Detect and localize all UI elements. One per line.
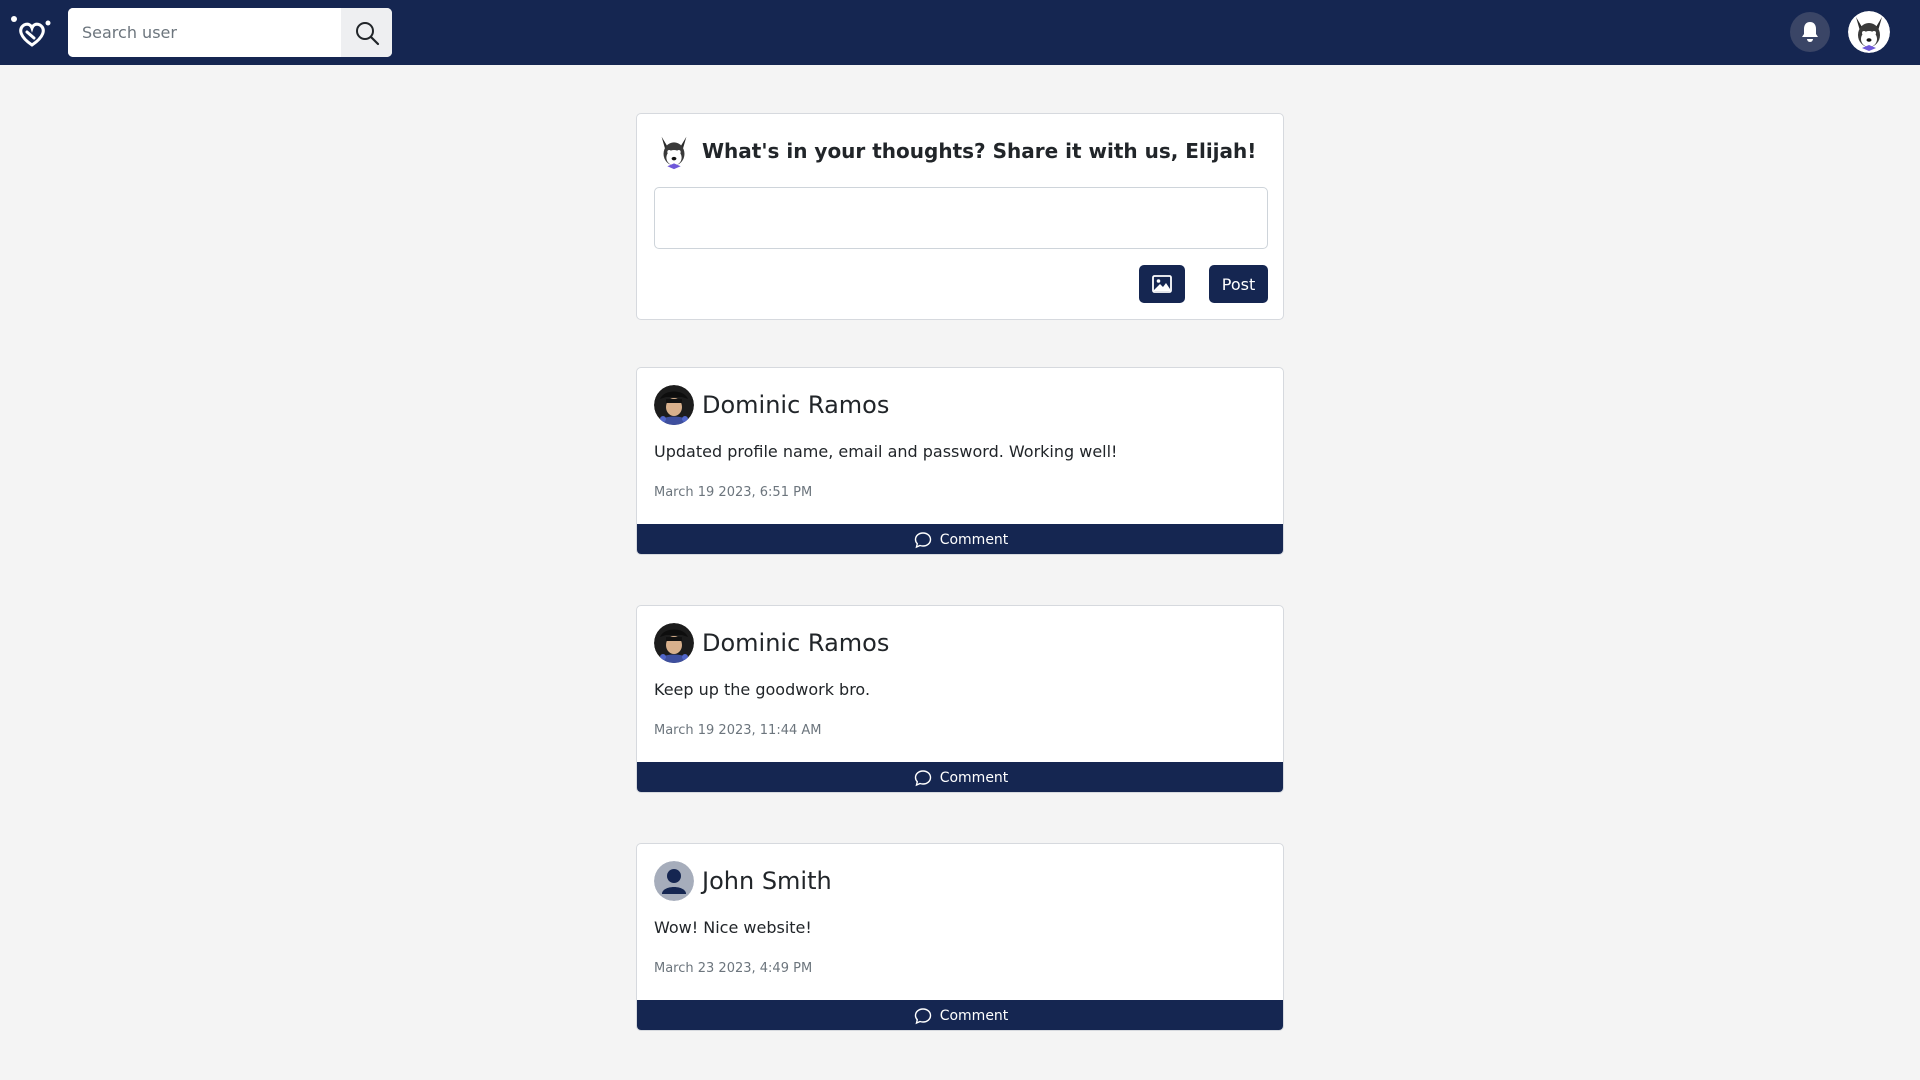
post-header: Dominic Ramos: [654, 623, 889, 663]
post-timestamp: March 19 2023, 11:44 AM: [654, 723, 822, 738]
post-button[interactable]: Post: [1209, 265, 1268, 303]
search-bar: [68, 8, 392, 57]
photo-avatar-icon: [654, 623, 694, 663]
profile-avatar[interactable]: [1848, 11, 1890, 53]
post-text-input[interactable]: [654, 187, 1268, 249]
comment-icon: [914, 1008, 931, 1025]
post-composer: What's in your thoughts? Share it with u…: [636, 113, 1284, 320]
post-body: Updated profile name, email and password…: [654, 442, 1118, 461]
post-card: Dominic Ramos Updated profile name, emai…: [636, 367, 1284, 555]
post-author[interactable]: Dominic Ramos: [702, 629, 889, 657]
post-header: John Smith: [654, 861, 832, 901]
heart-logo-icon[interactable]: [10, 13, 54, 53]
top-navbar: [0, 0, 1920, 65]
comment-icon: [914, 770, 931, 787]
post-author[interactable]: Dominic Ramos: [702, 391, 889, 419]
comment-label: Comment: [939, 770, 1009, 786]
husky-avatar-icon: [1848, 11, 1890, 53]
author-avatar[interactable]: [654, 623, 694, 663]
post-body: Keep up the goodwork bro.: [654, 680, 871, 699]
comment-label: Comment: [939, 532, 1009, 548]
post-author[interactable]: John Smith: [702, 867, 832, 895]
post-header: Dominic Ramos: [654, 385, 889, 425]
composer-header: What's in your thoughts? Share it with u…: [654, 131, 1256, 171]
user-avatar: [654, 131, 694, 171]
author-avatar[interactable]: [654, 385, 694, 425]
comment-icon: [914, 532, 931, 549]
image-icon: [1152, 275, 1172, 293]
comment-button[interactable]: Comment: [637, 762, 1283, 792]
post-body: Wow! Nice website!: [654, 918, 812, 937]
comment-label: Comment: [939, 1008, 1009, 1024]
search-icon: [355, 21, 379, 45]
post-timestamp: March 19 2023, 6:51 PM: [654, 485, 813, 500]
comment-button[interactable]: Comment: [637, 1000, 1283, 1030]
add-image-button[interactable]: [1139, 265, 1185, 303]
search-input[interactable]: [68, 8, 341, 57]
husky-avatar-icon: [654, 131, 694, 171]
post-timestamp: March 23 2023, 4:49 PM: [654, 961, 813, 976]
post-card: Dominic Ramos Keep up the goodwork bro. …: [636, 605, 1284, 793]
notifications-button[interactable]: [1790, 12, 1830, 52]
photo-avatar-icon: [654, 385, 694, 425]
comment-button[interactable]: Comment: [637, 524, 1283, 554]
post-card: John Smith Wow! Nice website! March 23 2…: [636, 843, 1284, 1031]
search-button[interactable]: [341, 8, 392, 57]
author-avatar[interactable]: [654, 861, 694, 901]
bell-icon: [1802, 22, 1818, 42]
default-user-avatar-icon: [654, 861, 694, 901]
composer-prompt: What's in your thoughts? Share it with u…: [702, 139, 1257, 163]
